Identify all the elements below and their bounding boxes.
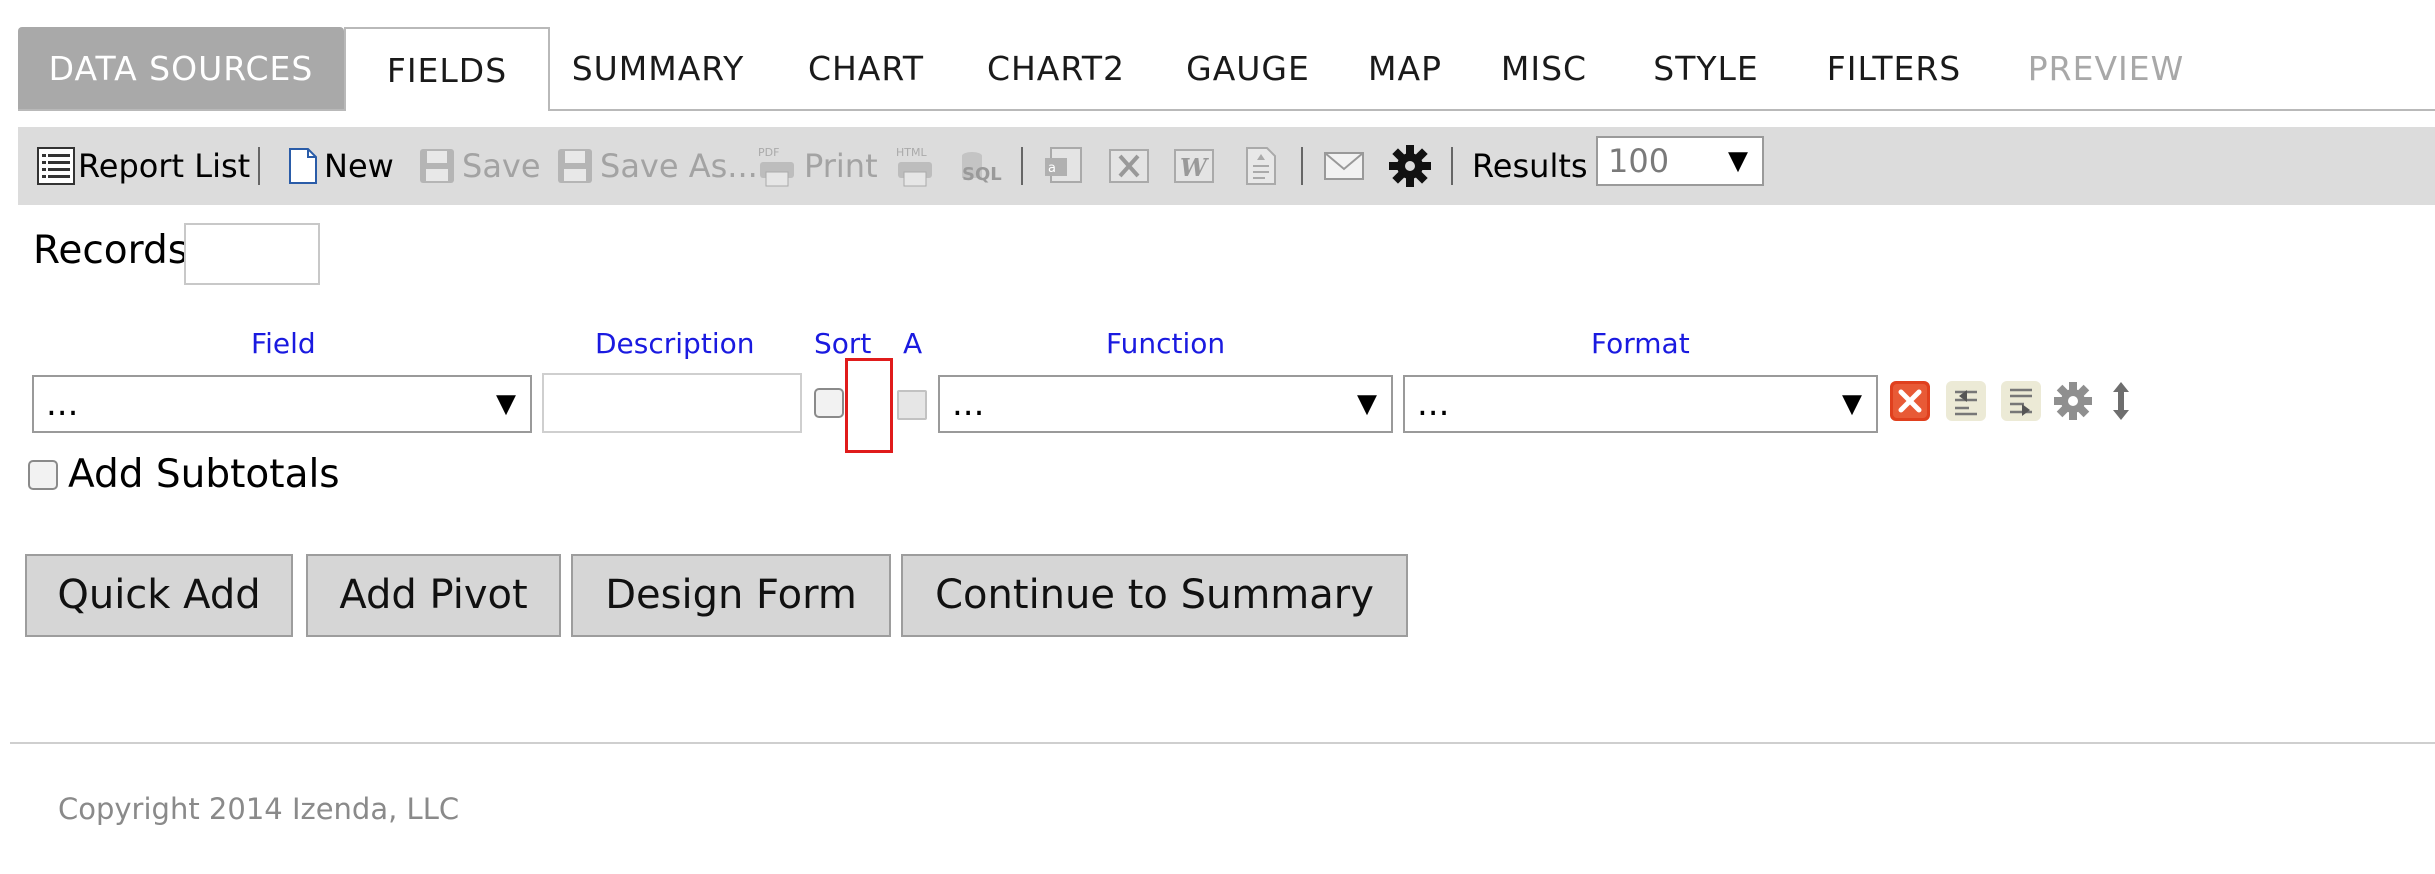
- save-label: Save: [462, 147, 541, 185]
- tab-bar: DATA SOURCES FIELDS SUMMARY CHART CHART2…: [18, 27, 2435, 111]
- tab-data-sources[interactable]: DATA SOURCES: [18, 27, 344, 111]
- export-csv-button[interactable]: a: [1043, 127, 1087, 205]
- field-select-value: ...: [46, 384, 79, 424]
- add-subtotals-label: Add Subtotals: [68, 452, 340, 497]
- column-header-a[interactable]: A: [903, 327, 922, 360]
- highlight-box: [845, 358, 893, 453]
- settings-button[interactable]: [1388, 127, 1432, 205]
- export-word-button[interactable]: W: [1173, 127, 1215, 205]
- toolbar: Report List New Save Save As... PDF Prin…: [18, 127, 2435, 205]
- tab-summary[interactable]: SUMMARY: [558, 27, 758, 111]
- tab-preview[interactable]: PREVIEW: [2006, 27, 2206, 111]
- continue-to-summary-button[interactable]: Continue to Summary: [901, 554, 1408, 637]
- function-select-value: ...: [952, 384, 985, 424]
- tab-filters[interactable]: FILTERS: [1808, 27, 1980, 111]
- tab-chart2[interactable]: CHART2: [968, 27, 1144, 111]
- drag-handle-icon[interactable]: [2106, 380, 2136, 422]
- svg-text:HTML: HTML: [896, 146, 927, 159]
- html-print-icon: HTML: [894, 144, 938, 188]
- csv-export-icon: a: [1043, 146, 1087, 186]
- records-label: Records: [33, 228, 189, 273]
- envelope-icon: [1323, 149, 1365, 183]
- floppy-disk-icon: [418, 147, 456, 185]
- results-value: 100: [1608, 142, 1670, 180]
- tab-map[interactable]: MAP: [1350, 27, 1460, 111]
- move-up-icon[interactable]: [1945, 380, 1987, 422]
- new-button[interactable]: New: [288, 127, 394, 205]
- tab-misc[interactable]: MISC: [1482, 27, 1606, 111]
- design-form-button[interactable]: Design Form: [571, 554, 891, 637]
- dropdown-arrow-icon: ▼: [496, 389, 516, 419]
- svg-text:PDF: PDF: [758, 146, 779, 159]
- toolbar-separator: [1301, 147, 1303, 185]
- tab-chart[interactable]: CHART: [786, 27, 946, 111]
- svg-text:a: a: [1048, 161, 1056, 176]
- tab-style[interactable]: STYLE: [1628, 27, 1784, 111]
- print-button[interactable]: PDF Print: [756, 127, 878, 205]
- html-print-button[interactable]: HTML: [894, 127, 938, 205]
- save-button[interactable]: Save: [418, 127, 541, 205]
- toolbar-separator: [258, 147, 260, 185]
- excel-icon: [1108, 146, 1150, 186]
- report-list-label: Report List: [78, 147, 251, 185]
- word-icon: W: [1173, 146, 1215, 186]
- gear-icon: [1388, 144, 1432, 188]
- svg-text:SQL: SQL: [962, 164, 1002, 185]
- copyright-text: Copyright 2014 Izenda, LLC: [58, 792, 460, 826]
- sql-button[interactable]: SQL: [958, 127, 1004, 205]
- email-button[interactable]: [1323, 127, 1365, 205]
- field-select[interactable]: ... ▼: [32, 375, 532, 433]
- dropdown-arrow-icon: ▼: [1728, 146, 1748, 176]
- move-down-icon[interactable]: [2000, 380, 2042, 422]
- format-select[interactable]: ... ▼: [1403, 375, 1878, 433]
- results-label: Results: [1472, 147, 1588, 185]
- dropdown-arrow-icon: ▼: [1357, 389, 1377, 419]
- pdf-print-icon: PDF: [756, 144, 798, 188]
- column-header-field[interactable]: Field: [251, 327, 316, 360]
- new-label: New: [324, 147, 394, 185]
- format-select-value: ...: [1417, 384, 1450, 424]
- column-header-sort[interactable]: Sort: [814, 327, 871, 360]
- save-as-button[interactable]: Save As...: [556, 127, 758, 205]
- description-input[interactable]: [542, 373, 802, 433]
- add-subtotals-checkbox[interactable]: [28, 460, 58, 490]
- toolbar-separator: [1451, 147, 1453, 185]
- dropdown-arrow-icon: ▼: [1842, 389, 1862, 419]
- column-header-function[interactable]: Function: [1106, 327, 1225, 360]
- export-excel-button[interactable]: [1108, 127, 1150, 205]
- tab-fields[interactable]: FIELDS: [344, 27, 550, 111]
- tab-gauge[interactable]: GAUGE: [1166, 27, 1330, 111]
- report-list-button[interactable]: Report List: [36, 127, 250, 205]
- export-document-button[interactable]: [1243, 127, 1279, 205]
- quick-add-button[interactable]: Quick Add: [25, 554, 293, 637]
- sort-checkbox[interactable]: [814, 388, 844, 418]
- print-label: Print: [804, 147, 878, 185]
- footer-divider: [10, 742, 2435, 744]
- add-pivot-button[interactable]: Add Pivot: [306, 554, 561, 637]
- sql-icon: SQL: [958, 146, 1004, 186]
- delete-row-icon[interactable]: [1889, 380, 1931, 422]
- svg-text:W: W: [1180, 153, 1209, 182]
- column-header-format[interactable]: Format: [1591, 327, 1690, 360]
- row-settings-gear-icon[interactable]: [2052, 380, 2094, 422]
- function-select[interactable]: ... ▼: [938, 375, 1393, 433]
- document-export-icon: [1243, 146, 1279, 186]
- save-as-label: Save As...: [600, 147, 758, 185]
- list-icon: [36, 146, 76, 186]
- results-select[interactable]: 100 ▼: [1596, 136, 1764, 186]
- floppy-disk-icon: [556, 147, 594, 185]
- column-header-description[interactable]: Description: [595, 327, 754, 360]
- records-input[interactable]: [184, 223, 320, 285]
- a-checkbox[interactable]: [897, 390, 927, 420]
- toolbar-separator: [1021, 147, 1023, 185]
- new-document-icon: [288, 147, 318, 185]
